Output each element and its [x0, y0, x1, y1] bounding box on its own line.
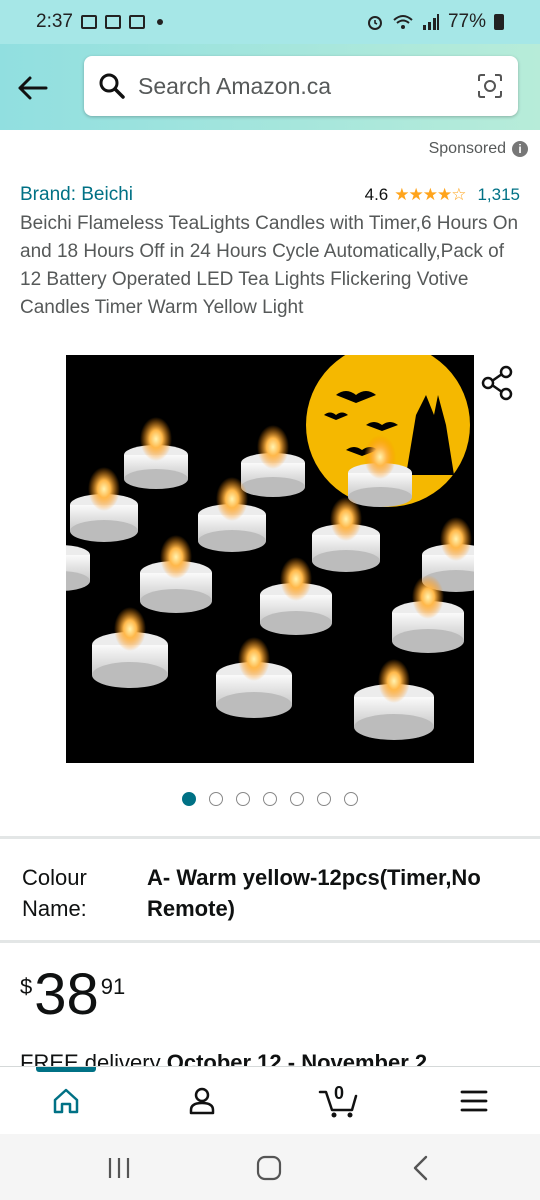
- carousel-dot[interactable]: [236, 792, 250, 806]
- calendar-notification-icon: [104, 15, 121, 29]
- price: $ 38 91: [20, 962, 125, 1028]
- alarm-icon: [367, 16, 382, 30]
- colour-label: Colour Name:: [22, 865, 87, 921]
- rating-value: 4.6: [364, 185, 389, 204]
- active-tab-indicator: [36, 1067, 96, 1072]
- nav-home[interactable]: [46, 1081, 86, 1121]
- review-count: 1,315: [477, 185, 520, 204]
- carousel-dot[interactable]: [182, 792, 196, 806]
- home-icon: [53, 1088, 79, 1114]
- carousel-dot[interactable]: [317, 792, 331, 806]
- star-rating-icon: ★★★★☆: [394, 185, 466, 204]
- status-time: 2:37: [36, 11, 73, 32]
- header: Search Amazon.ca: [0, 44, 540, 130]
- divider: [0, 940, 540, 943]
- rating-row[interactable]: 4.6 ★★★★☆ 1,315: [365, 185, 520, 205]
- carousel-dot[interactable]: [263, 792, 277, 806]
- bottom-navigation: 0: [0, 1066, 540, 1134]
- sponsored-text: Sponsored: [428, 140, 506, 157]
- nav-account[interactable]: [182, 1081, 222, 1121]
- signal-icon: [422, 14, 439, 30]
- carousel-dot[interactable]: [344, 792, 358, 806]
- nav-menu[interactable]: [454, 1081, 494, 1121]
- sponsored-label[interactable]: Sponsored i: [429, 140, 528, 158]
- search-icon: [99, 73, 125, 99]
- more-notifications-icon: [156, 19, 163, 25]
- brand-link[interactable]: Brand: Beichi: [20, 184, 133, 206]
- tealights-photo: [66, 355, 474, 763]
- camera-search-icon[interactable]: [476, 72, 504, 100]
- product-title: Beichi Flameless TeaLights Candles with …: [20, 213, 519, 318]
- image-carousel-indicator[interactable]: [0, 792, 540, 806]
- price-fraction: 91: [100, 974, 126, 999]
- carousel-dot[interactable]: [290, 792, 304, 806]
- wifi-icon: [393, 15, 413, 29]
- share-icon[interactable]: [476, 362, 518, 404]
- cart-count: 0: [334, 1083, 345, 1103]
- colour-value[interactable]: A- Warm yellow-12pcs(Timer,No Remote): [147, 862, 517, 924]
- carousel-dot[interactable]: [209, 792, 223, 806]
- status-bar: 2:37 77%: [0, 0, 540, 44]
- search-input[interactable]: Search Amazon.ca: [84, 56, 518, 116]
- account-icon: [189, 1087, 215, 1115]
- divider: [0, 836, 540, 839]
- price-whole: 38: [34, 962, 99, 1027]
- search-placeholder: Search Amazon.ca: [138, 72, 332, 99]
- menu-icon: [460, 1090, 488, 1112]
- info-icon: i: [512, 141, 528, 157]
- back-arrow-icon[interactable]: [14, 70, 50, 106]
- battery-icon: [494, 14, 504, 30]
- product-image[interactable]: [66, 355, 474, 763]
- home-button-icon[interactable]: [254, 1154, 284, 1182]
- recent-apps-icon[interactable]: [104, 1154, 134, 1182]
- back-button-icon[interactable]: [406, 1154, 436, 1182]
- gallery-notification-icon: [80, 15, 97, 29]
- system-navigation-bar: [0, 1134, 540, 1200]
- calendar-notification-icon-2: [128, 15, 145, 29]
- price-symbol: $: [20, 974, 33, 999]
- battery-percent: 77%: [447, 11, 486, 32]
- nav-cart[interactable]: 0: [316, 1081, 362, 1121]
